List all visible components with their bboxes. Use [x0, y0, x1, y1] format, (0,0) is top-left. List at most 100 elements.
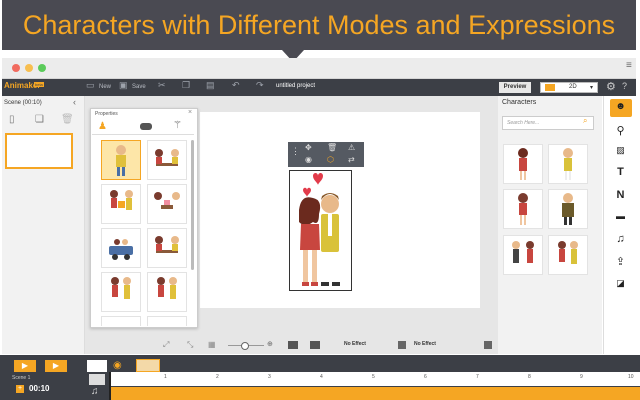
layer-icon[interactable]: ◉ — [305, 155, 312, 164]
pose-tile[interactable] — [147, 184, 187, 224]
fit-screen-icon[interactable]: ⤢ — [163, 340, 169, 350]
minimize-window-button[interactable] — [25, 64, 33, 72]
drag-handle-icon[interactable]: ⋮ — [291, 146, 300, 157]
girl-character-icon — [518, 193, 528, 225]
pose-tile[interactable] — [101, 184, 141, 224]
track-thumbnail[interactable] — [136, 359, 160, 372]
redo-icon[interactable]: ↷ — [256, 80, 264, 91]
play-first-icon[interactable] — [288, 341, 298, 349]
cake-couple-icon — [154, 192, 180, 209]
mode-value: 2D — [569, 84, 577, 90]
swap-icon[interactable]: ⇄ — [348, 155, 355, 164]
magic-wand-icon[interactable]: ⚚ — [173, 120, 182, 131]
undo-icon[interactable]: ↶ — [232, 80, 240, 91]
mode-tab-icon[interactable] — [140, 123, 152, 130]
new-button[interactable]: New — [99, 84, 111, 90]
save-icon[interactable]: ▣ — [119, 80, 128, 91]
music-icon[interactable]: ♫ — [603, 233, 638, 245]
timeline-track[interactable] — [110, 387, 640, 400]
play-icon[interactable] — [310, 341, 320, 349]
duplicate-scene-icon[interactable]: ❏ — [35, 114, 44, 125]
close-window-button[interactable] — [12, 64, 20, 72]
number-icon[interactable]: N — [603, 189, 638, 201]
woman-character-icon — [518, 148, 528, 180]
scene-duration[interactable]: 00:10 — [29, 384, 49, 393]
preview-button[interactable]: Preview — [499, 82, 531, 93]
move-icon[interactable]: ✥ — [305, 143, 312, 152]
delete-icon[interactable]: 🗑 — [327, 143, 337, 152]
camera-icon[interactable] — [89, 374, 105, 385]
close-icon[interactable]: × — [188, 109, 192, 116]
character-tile[interactable] — [548, 189, 588, 229]
exit-effect-label[interactable]: No Effect — [414, 341, 436, 347]
grid-icon[interactable]: ▦ — [208, 340, 216, 349]
playhead[interactable] — [109, 372, 111, 400]
character-tile[interactable] — [548, 144, 588, 184]
enter-effect-label[interactable]: No Effect — [344, 341, 366, 347]
character-tile[interactable] — [503, 235, 543, 275]
character-icon[interactable]: ☻ — [603, 101, 638, 112]
text-icon[interactable]: T — [603, 166, 638, 178]
expand-icon[interactable]: ⤡ — [187, 340, 193, 350]
zoom-in-icon[interactable]: ⊕ — [267, 340, 273, 348]
pose-tile[interactable] — [147, 272, 187, 312]
paste-icon[interactable]: ▤ — [206, 80, 215, 91]
copy-icon[interactable]: ❐ — [182, 80, 190, 91]
menu-icon[interactable]: ≡ — [626, 60, 632, 71]
character-tile[interactable] — [503, 144, 543, 184]
pose-tile[interactable] — [101, 272, 141, 312]
mode-select[interactable]: 2D ▾ — [540, 82, 598, 93]
maximize-window-button[interactable] — [38, 64, 46, 72]
pose-tile[interactable] — [147, 316, 187, 326]
background-icon[interactable]: ◪ — [603, 278, 638, 289]
tick-label: 2 — [216, 374, 219, 380]
gift-couple-icon — [110, 190, 133, 210]
pose-tile-selected[interactable] — [101, 140, 141, 180]
save-button[interactable]: Save — [132, 84, 146, 90]
zoom-slider-handle[interactable] — [241, 342, 249, 350]
pose-icon[interactable]: ⬡ — [327, 155, 334, 164]
scene-thumbnail[interactable] — [5, 133, 73, 169]
eye-icon[interactable]: ◉ — [113, 360, 122, 371]
music-track-icon[interactable]: ♫ — [91, 386, 99, 397]
properties-scrollbar[interactable] — [191, 140, 194, 270]
pose-tile[interactable] — [101, 228, 141, 268]
settings-gear-icon[interactable]: ⚙ — [606, 80, 616, 93]
character-search-input[interactable]: Search Here... — [502, 116, 594, 130]
rewind-button[interactable]: ▶ — [14, 360, 36, 372]
warning-icon[interactable]: ⚠ — [348, 143, 355, 152]
businessman-character-icon — [562, 193, 574, 225]
upload-icon[interactable]: ⇪ — [603, 255, 638, 268]
play-button[interactable]: ▶ — [45, 360, 67, 372]
talking-pair-icon — [512, 241, 534, 263]
chevron-down-icon: ▾ — [590, 85, 594, 91]
tick-label: 3 — [268, 374, 271, 380]
image-icon[interactable]: ▨ — [603, 145, 638, 156]
man-character-icon — [563, 148, 573, 180]
timeline-ruler[interactable] — [110, 372, 640, 386]
pose-tile[interactable] — [147, 140, 187, 180]
help-icon[interactable]: ? — [622, 81, 627, 91]
project-title[interactable]: untitled project — [276, 83, 315, 89]
pose-tile[interactable] — [147, 228, 187, 268]
tick-label: 1 — [164, 374, 167, 380]
next-effect-icon[interactable] — [484, 341, 492, 349]
character-tile[interactable] — [503, 189, 543, 229]
standing-man-icon — [116, 145, 126, 176]
delete-scene-icon[interactable]: 🗑 — [61, 114, 74, 125]
properties-divider — [92, 134, 194, 135]
character-tab-icon[interactable]: ♟ — [98, 121, 107, 132]
camera-track-icon[interactable] — [87, 360, 107, 372]
character-tile[interactable] — [548, 235, 588, 275]
add-scene-icon[interactable]: ▯ — [9, 114, 15, 125]
location-pin-icon[interactable]: ⚲ — [603, 124, 638, 137]
add-time-icon[interactable]: + — [16, 385, 24, 393]
couple-character[interactable] — [283, 168, 355, 294]
video-icon[interactable]: ▬ — [603, 211, 638, 221]
new-file-icon[interactable]: ▭ — [86, 80, 95, 91]
prev-effect-icon[interactable] — [398, 341, 406, 349]
cut-icon[interactable]: ✂ — [158, 80, 166, 91]
pose-tile[interactable] — [101, 316, 141, 326]
search-icon[interactable]: ⌕ — [583, 116, 587, 126]
collapse-chevron-icon[interactable]: ‹ — [73, 97, 76, 107]
